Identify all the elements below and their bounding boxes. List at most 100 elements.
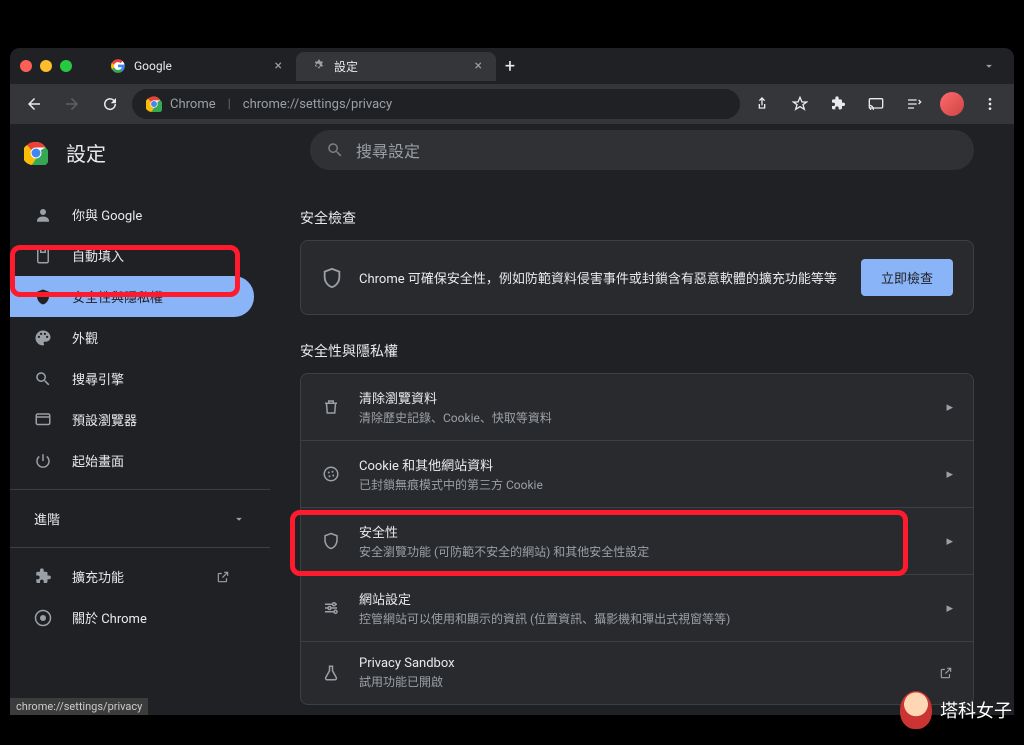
row-site-settings[interactable]: 網站設定 控管網站可以使用和顯示的資訊 (位置資訊、攝影機和彈出式視窗等等) ▸ bbox=[301, 574, 973, 641]
sidebar-item-label: 安全性與隱私權 bbox=[72, 287, 163, 306]
section-title-privacy: 安全性與隱私權 bbox=[300, 341, 974, 361]
address-bar[interactable]: Chrome | chrome://settings/privacy bbox=[132, 89, 740, 119]
close-tab-icon[interactable]: × bbox=[475, 58, 482, 74]
sidebar-item-autofill[interactable]: 自動填入 bbox=[10, 235, 254, 276]
status-bar: chrome://settings/privacy bbox=[10, 698, 148, 715]
sidebar-item-security[interactable]: 安全性與隱私權 bbox=[10, 276, 254, 317]
chevron-down-icon bbox=[232, 512, 246, 526]
row-clear-browsing-data[interactable]: 清除瀏覽資料 清除歷史記錄、Cookie、快取等資料 ▸ bbox=[301, 374, 973, 440]
sidebar-item-about[interactable]: 關於 Chrome bbox=[10, 597, 254, 638]
row-subtitle: 控管網站可以使用和顯示的資訊 (位置資訊、攝影機和彈出式視窗等等) bbox=[359, 610, 928, 627]
person-icon bbox=[34, 206, 52, 224]
row-subtitle: 已封鎖無痕模式中的第三方 Cookie bbox=[359, 476, 928, 493]
sidebar-item-label: 自動填入 bbox=[72, 246, 124, 265]
new-tab-button[interactable]: + bbox=[496, 52, 524, 80]
external-link-icon bbox=[939, 666, 953, 680]
profile-avatar[interactable] bbox=[936, 88, 968, 120]
row-cookies[interactable]: Cookie 和其他網站資料 已封鎖無痕模式中的第三方 Cookie ▸ bbox=[301, 440, 973, 507]
sidebar-item-label: 起始畫面 bbox=[72, 451, 124, 470]
row-title: 網站設定 bbox=[359, 589, 928, 608]
tab-strip: Google × 設定 × + bbox=[96, 52, 974, 81]
settings-main: 安全檢查 Chrome 可確保安全性，例如防範資料侵害事件或封鎖含有惡意軟體的擴… bbox=[270, 124, 1014, 715]
shield-icon bbox=[321, 267, 343, 289]
chrome-icon bbox=[24, 141, 48, 165]
reading-list-button[interactable] bbox=[898, 88, 930, 120]
privacy-card: 清除瀏覽資料 清除歷史記錄、Cookie、快取等資料 ▸ Cookie 和其他網… bbox=[300, 373, 974, 705]
chevron-right-icon: ▸ bbox=[946, 400, 953, 415]
safety-check-text: Chrome 可確保安全性，例如防範資料侵害事件或封鎖含有惡意軟體的擴充功能等等 bbox=[359, 268, 845, 287]
window-dropdown-icon[interactable] bbox=[974, 55, 1004, 77]
sidebar-item-label: 進階 bbox=[34, 509, 60, 528]
reload-button[interactable] bbox=[94, 88, 126, 120]
sidebar-item-search-engine[interactable]: 搜尋引擎 bbox=[10, 358, 254, 399]
close-window-button[interactable] bbox=[20, 60, 32, 72]
cookie-icon bbox=[321, 464, 341, 484]
tab-settings[interactable]: 設定 × bbox=[296, 52, 496, 81]
search-icon bbox=[34, 370, 52, 388]
autofill-icon bbox=[34, 247, 52, 265]
bookmark-button[interactable] bbox=[784, 88, 816, 120]
toolbar: Chrome | chrome://settings/privacy bbox=[10, 84, 1014, 124]
settings-sidebar: 你與 Google 自動填入 安全性與隱私權 外觀 搜尋引擎 預設瀏覽器 bbox=[10, 124, 270, 715]
sidebar-item-appearance[interactable]: 外觀 bbox=[10, 317, 254, 358]
safety-check-card: Chrome 可確保安全性，例如防範資料侵害事件或封鎖含有惡意軟體的擴充功能等等… bbox=[300, 240, 974, 315]
watermark: 塔科女子 bbox=[900, 691, 1012, 729]
extensions-button[interactable] bbox=[822, 88, 854, 120]
watermark-text: 塔科女子 bbox=[940, 697, 1012, 723]
shield-icon bbox=[34, 288, 52, 306]
chevron-right-icon: ▸ bbox=[946, 467, 953, 482]
search-icon bbox=[326, 141, 344, 159]
palette-icon bbox=[34, 329, 52, 347]
sidebar-item-label: 外觀 bbox=[72, 328, 98, 347]
maximize-window-button[interactable] bbox=[60, 60, 72, 72]
row-privacy-sandbox[interactable]: Privacy Sandbox 試用功能已開啟 bbox=[301, 641, 973, 704]
sidebar-item-on-startup[interactable]: 起始畫面 bbox=[10, 440, 254, 481]
search-placeholder: 搜尋設定 bbox=[356, 138, 420, 162]
sidebar-item-label: 關於 Chrome bbox=[72, 608, 147, 627]
watermark-icon bbox=[900, 691, 932, 729]
power-icon bbox=[34, 452, 52, 470]
divider bbox=[10, 547, 270, 548]
row-title: 清除瀏覽資料 bbox=[359, 388, 928, 407]
row-subtitle: 清除歷史記錄、Cookie、快取等資料 bbox=[359, 409, 928, 426]
row-security[interactable]: 安全性 安全瀏覽功能 (可防範不安全的網站) 和其他安全性設定 ▸ bbox=[301, 507, 973, 574]
minimize-window-button[interactable] bbox=[40, 60, 52, 72]
google-favicon-icon bbox=[110, 58, 126, 74]
gear-favicon-icon bbox=[310, 58, 326, 74]
trash-icon bbox=[321, 397, 341, 417]
sidebar-item-default-browser[interactable]: 預設瀏覽器 bbox=[10, 399, 254, 440]
sidebar-item-extensions[interactable]: 擴充功能 bbox=[10, 556, 254, 597]
back-button[interactable] bbox=[18, 88, 50, 120]
check-now-button[interactable]: 立即檢查 bbox=[861, 259, 953, 296]
address-prefix: Chrome bbox=[170, 97, 216, 112]
forward-button[interactable] bbox=[56, 88, 88, 120]
row-subtitle: 試用功能已開啟 bbox=[359, 673, 921, 690]
shield-icon bbox=[321, 531, 341, 551]
sidebar-item-label: 預設瀏覽器 bbox=[72, 410, 137, 429]
puzzle-icon bbox=[34, 568, 52, 586]
external-link-icon bbox=[216, 570, 230, 584]
tune-icon bbox=[321, 598, 341, 618]
sidebar-item-you-and-google[interactable]: 你與 Google bbox=[10, 194, 254, 235]
window-titlebar: Google × 設定 × + bbox=[10, 48, 1014, 84]
menu-button[interactable] bbox=[974, 88, 1006, 120]
divider bbox=[10, 489, 270, 490]
address-url: chrome://settings/privacy bbox=[243, 97, 392, 112]
close-tab-icon[interactable]: × bbox=[275, 58, 282, 74]
sidebar-item-label: 搜尋引擎 bbox=[72, 369, 124, 388]
row-title: Cookie 和其他網站資料 bbox=[359, 455, 928, 474]
share-button[interactable] bbox=[746, 88, 778, 120]
tab-label: Google bbox=[134, 59, 172, 73]
sidebar-item-advanced[interactable]: 進階 bbox=[10, 498, 270, 539]
browser-icon bbox=[34, 411, 52, 429]
sidebar-item-label: 擴充功能 bbox=[72, 567, 124, 586]
chrome-logo-icon bbox=[146, 96, 162, 112]
flask-icon bbox=[321, 663, 341, 683]
chrome-icon bbox=[34, 609, 52, 627]
cast-button[interactable] bbox=[860, 88, 892, 120]
section-title-safety: 安全檢查 bbox=[300, 208, 974, 228]
tab-label: 設定 bbox=[334, 58, 358, 75]
row-subtitle: 安全瀏覽功能 (可防範不安全的網站) 和其他安全性設定 bbox=[359, 543, 928, 560]
tab-google[interactable]: Google × bbox=[96, 52, 296, 80]
search-settings-input[interactable]: 搜尋設定 bbox=[310, 130, 974, 170]
